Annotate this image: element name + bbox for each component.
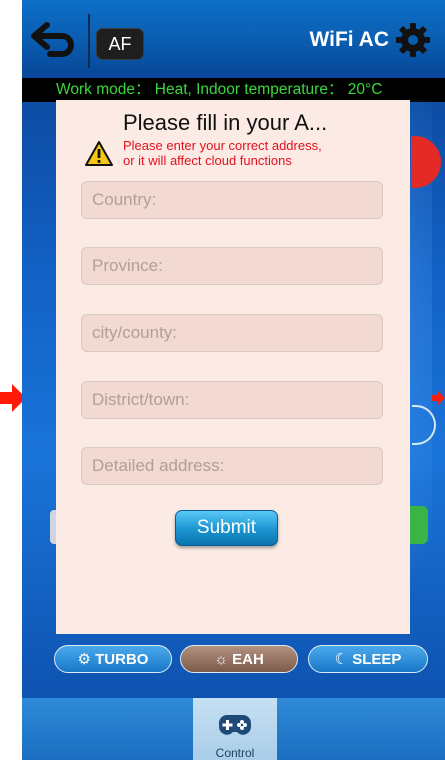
gamepad-icon: [219, 715, 251, 735]
power-button-partial[interactable]: [411, 136, 441, 188]
detailed-address-input[interactable]: [82, 448, 382, 484]
sun-icon: ☼: [214, 651, 228, 668]
warning-line-2: or it will affect cloud functions: [123, 153, 292, 168]
address-dialog: Please fill in your A... Please enter yo…: [56, 100, 410, 634]
mode-buttons: ⚙ TURBO ☼ EAH ☾ SLEEP: [22, 645, 445, 677]
tab-control-label: Control: [215, 746, 255, 760]
gear-icon[interactable]: [395, 22, 431, 58]
page-title: WiFi AC: [309, 28, 389, 51]
turbo-button[interactable]: ⚙ TURBO: [54, 645, 172, 673]
status-bar: Work mode： Heat, Indoor temperature： 20°…: [22, 78, 445, 102]
detailed-address-field[interactable]: [81, 447, 383, 485]
app-screen: AF WiFi AC Work mode： Heat, Indoor tempe…: [22, 0, 445, 760]
back-arrow-icon[interactable]: [30, 18, 78, 58]
dialog-title: Please fill in your A...: [123, 110, 328, 135]
warning-triangle-icon: [85, 141, 113, 166]
sleep-label: SLEEP: [352, 651, 402, 668]
sleep-button[interactable]: ☾ SLEEP: [308, 645, 428, 673]
header-divider: [88, 14, 90, 68]
province-input[interactable]: [82, 248, 382, 284]
moon-icon: ☾: [334, 651, 349, 668]
tab-control[interactable]: Control: [193, 698, 277, 760]
right-arrow-indicator-icon[interactable]: [432, 383, 445, 413]
turbo-label: TURBO: [95, 651, 149, 668]
top-bar: AF WiFi AC: [22, 0, 445, 74]
eah-label: EAH: [232, 651, 264, 668]
district-town-input[interactable]: [82, 382, 382, 418]
af-button[interactable]: AF: [96, 28, 144, 60]
turbo-icon: ⚙: [77, 651, 91, 668]
province-field[interactable]: [81, 247, 383, 285]
eah-button[interactable]: ☼ EAH: [180, 645, 298, 673]
warning-line-1: Please enter your correct address,: [123, 138, 322, 153]
green-button-partial[interactable]: [410, 506, 428, 544]
country-field[interactable]: [81, 181, 383, 219]
district-town-field[interactable]: [81, 381, 383, 419]
submit-button[interactable]: Submit: [175, 510, 278, 546]
country-input[interactable]: [82, 182, 382, 218]
city-county-input[interactable]: [82, 315, 382, 351]
warning-text: Please enter your correct address, or it…: [123, 138, 322, 168]
tab-bar: Control: [22, 698, 445, 760]
city-county-field[interactable]: [81, 314, 383, 352]
